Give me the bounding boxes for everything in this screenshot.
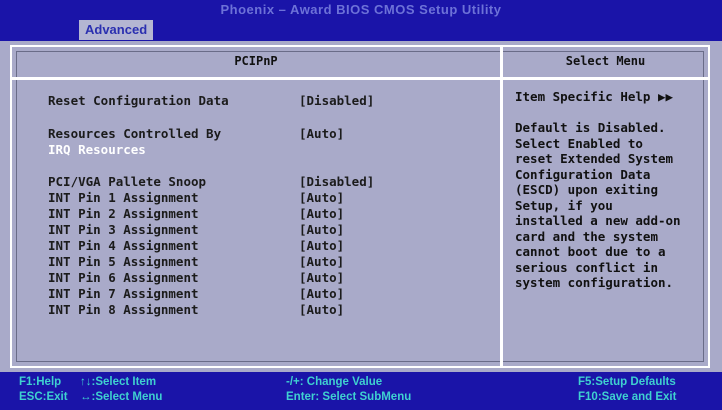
value-int-pin-7[interactable]: [Auto]: [299, 286, 344, 302]
help-line: Configuration Data: [515, 166, 651, 182]
key-f5-setup-defaults: F5:Setup Defaults: [578, 376, 676, 388]
setting-int-pin-3[interactable]: INT Pin 3 Assignment: [48, 222, 199, 238]
key-select-submenu: Enter: Select SubMenu: [286, 391, 412, 403]
value-int-pin-5[interactable]: [Auto]: [299, 254, 344, 270]
help-line: Setup, if you: [515, 197, 613, 213]
setting-int-pin-1[interactable]: INT Pin 1 Assignment: [48, 190, 199, 206]
value-int-pin-8[interactable]: [Auto]: [299, 302, 344, 318]
key-f1-help: F1:Help: [19, 376, 62, 388]
setting-reset-configuration-data[interactable]: Reset Configuration Data: [48, 93, 229, 109]
submenu-irq-resources[interactable]: IRQ Resources: [48, 142, 146, 158]
value-int-pin-4[interactable]: [Auto]: [299, 238, 344, 254]
value-int-pin-3[interactable]: [Auto]: [299, 222, 344, 238]
setting-resources-controlled-by[interactable]: Resources Controlled By: [48, 126, 221, 142]
help-line: card and the system: [515, 228, 658, 244]
setting-int-pin-2[interactable]: INT Pin 2 Assignment: [48, 206, 199, 222]
help-line: (ESCD) upon exiting: [515, 182, 658, 197]
help-line: cannot boot due to a: [515, 244, 666, 259]
app-title: Phoenix – Award BIOS CMOS Setup Utility: [220, 2, 502, 17]
value-int-pin-2[interactable]: [Auto]: [299, 206, 344, 222]
item-specific-help-heading: Item Specific Help ▶▶: [515, 89, 674, 104]
help-line: installed a new add-on: [515, 213, 681, 228]
key-select-item: ↑↓:Select Item: [80, 376, 157, 388]
value-resources-controlled-by[interactable]: [Auto]: [299, 126, 344, 142]
help-line: serious conflict in: [515, 259, 658, 275]
key-legend-bar: F1:Help ESC:Exit ↑↓:Select Item ↔:Select…: [0, 372, 722, 410]
value-int-pin-1[interactable]: [Auto]: [299, 190, 344, 206]
title-bar: Phoenix – Award BIOS CMOS Setup Utility …: [0, 0, 722, 41]
setting-int-pin-5[interactable]: INT Pin 5 Assignment: [48, 254, 199, 270]
setting-pci-vga-palette-snoop[interactable]: PCI/VGA Pallete Snoop: [48, 174, 206, 190]
setting-int-pin-6[interactable]: INT Pin 6 Assignment: [48, 270, 199, 286]
key-esc-exit: ESC:Exit: [19, 391, 68, 403]
key-f10-save-exit: F10:Save and Exit: [578, 391, 677, 403]
help-text: Default is Disabled. Select Enabled to r…: [515, 120, 707, 291]
help-line: system configuration.: [515, 275, 674, 290]
help-line: Select Enabled to: [515, 135, 643, 151]
value-pci-vga-palette-snoop[interactable]: [Disabled]: [299, 174, 374, 190]
help-line: Default is Disabled.: [515, 120, 666, 135]
horizontal-divider: [12, 77, 708, 80]
key-change-value: -/+: Change Value: [286, 376, 383, 388]
key-select-menu: ↔:Select Menu: [80, 391, 163, 403]
help-line: reset Extended System: [515, 151, 674, 166]
page-title: PCIPnP: [234, 54, 278, 68]
value-reset-configuration-data[interactable]: [Disabled]: [299, 93, 374, 109]
tab-advanced[interactable]: Advanced: [79, 20, 154, 40]
setting-int-pin-7[interactable]: INT Pin 7 Assignment: [48, 286, 199, 302]
help-panel-title: Select Menu: [565, 54, 646, 68]
vertical-divider: [500, 47, 503, 366]
setting-int-pin-8[interactable]: INT Pin 8 Assignment: [48, 302, 199, 318]
setting-int-pin-4[interactable]: INT Pin 4 Assignment: [48, 238, 199, 254]
value-int-pin-6[interactable]: [Auto]: [299, 270, 344, 286]
